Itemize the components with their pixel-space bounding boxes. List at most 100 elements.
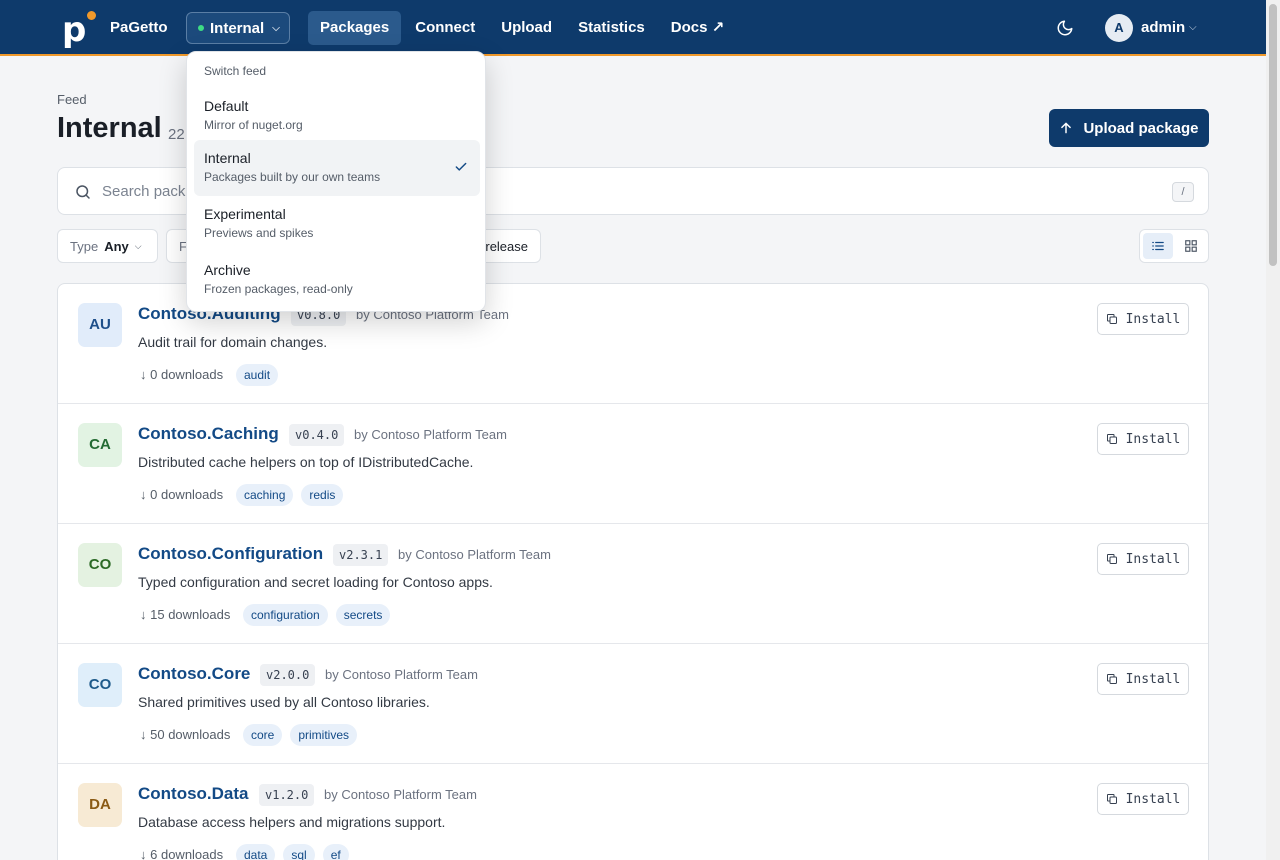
- nav-packages[interactable]: Packages: [308, 11, 402, 45]
- install-label: Install: [1125, 311, 1181, 327]
- nav-docs[interactable]: Docs ↗: [659, 11, 732, 45]
- user-name[interactable]: admin: [1141, 19, 1185, 36]
- list-view-button[interactable]: [1143, 233, 1173, 259]
- check-icon: [455, 162, 467, 171]
- main-nav: Packages Connect Upload Statistics Docs …: [308, 11, 734, 45]
- install-button[interactable]: Install: [1097, 783, 1189, 815]
- brand-name[interactable]: PaGetto: [110, 19, 168, 36]
- package-name-link[interactable]: Contoso.Caching: [138, 424, 279, 444]
- grid-view-button[interactable]: [1176, 233, 1206, 259]
- top-bar: p PaGetto Internal ⌵ Packages Connect Up…: [0, 0, 1266, 56]
- package-download-count: 15 downloads: [150, 607, 231, 622]
- install-label: Install: [1125, 791, 1181, 807]
- prerelease-filter-label: release: [485, 238, 528, 254]
- feed-option-desc: Previews and spikes: [204, 226, 314, 240]
- package-tag[interactable]: sql: [283, 844, 315, 860]
- logo-mark: p: [62, 10, 87, 50]
- package-downloads: ↓ 0 downloads: [140, 487, 223, 502]
- feed-selector-label: Internal: [210, 19, 265, 37]
- page-title: Internal: [57, 112, 162, 144]
- dropdown-heading: Switch feed: [204, 64, 267, 78]
- package-description: Distributed cache helpers on top of IDis…: [138, 454, 474, 470]
- package-tag[interactable]: primitives: [290, 724, 358, 746]
- download-arrow-icon: ↓: [140, 607, 147, 622]
- feed-selector-button[interactable]: Internal ⌵: [186, 12, 290, 44]
- feed-option-experimental[interactable]: Experimental Previews and spikes: [194, 196, 480, 252]
- package-version: v2.0.0: [260, 664, 316, 686]
- nav-upload[interactable]: Upload: [489, 11, 564, 45]
- feed-option-default[interactable]: Default Mirror of nuget.org: [194, 88, 480, 144]
- scrollbar-thumb[interactable]: [1269, 4, 1277, 266]
- feed-option-desc: Frozen packages, read-only: [204, 282, 353, 296]
- feed-option-name: Default: [204, 98, 249, 114]
- feed-option-name: Experimental: [204, 206, 286, 222]
- search-input[interactable]: Search pack: [102, 183, 185, 200]
- package-download-count: 6 downloads: [150, 847, 224, 860]
- avatar[interactable]: A: [1105, 14, 1133, 42]
- package-author: by Contoso Platform Team: [324, 787, 477, 802]
- package-version: v0.4.0: [289, 424, 345, 446]
- search-icon: [76, 185, 90, 199]
- package-name-link[interactable]: Contoso.Data: [138, 784, 249, 804]
- package-downloads: ↓ 15 downloads: [140, 607, 230, 622]
- package-version: v1.2.0: [259, 784, 315, 806]
- package-tag[interactable]: configuration: [243, 604, 328, 626]
- moon-icon[interactable]: [1056, 19, 1074, 37]
- package-downloads: ↓ 0 downloads: [140, 367, 223, 382]
- page-scrollbar[interactable]: [1266, 0, 1280, 860]
- package-name-link[interactable]: Contoso.Configuration: [138, 544, 323, 564]
- package-tag[interactable]: audit: [236, 364, 279, 386]
- package-tag[interactable]: secrets: [335, 604, 391, 626]
- package-initials-badge: CO: [78, 543, 122, 587]
- feed-option-name: Internal: [204, 150, 251, 166]
- download-arrow-icon: ↓: [140, 727, 147, 742]
- package-tags: caching redis: [236, 484, 351, 506]
- logo-dot: [87, 11, 96, 20]
- package-tag[interactable]: caching: [236, 484, 294, 506]
- nav-statistics[interactable]: Statistics: [566, 11, 657, 45]
- search-shortcut-hint: /: [1172, 182, 1194, 202]
- package-description: Typed configuration and secret loading f…: [138, 574, 493, 590]
- package-downloads: ↓ 50 downloads: [140, 727, 230, 742]
- install-button[interactable]: Install: [1097, 663, 1189, 695]
- nav-connect[interactable]: Connect: [403, 11, 487, 45]
- feed-option-archive[interactable]: Archive Frozen packages, read-only: [194, 252, 480, 308]
- arrow-up-icon: [1061, 122, 1072, 134]
- package-tag[interactable]: redis: [301, 484, 344, 506]
- chevron-down-icon[interactable]: ⌵: [1189, 22, 1197, 33]
- copy-icon: [1106, 314, 1117, 324]
- install-label: Install: [1125, 431, 1181, 447]
- feed-switch-dropdown: Switch feed Default Mirror of nuget.org …: [186, 51, 486, 312]
- package-author: by Contoso Platform Team: [398, 547, 551, 562]
- logo[interactable]: p: [62, 10, 96, 50]
- package-tag[interactable]: core: [243, 724, 283, 746]
- package-author: by Contoso Platform Team: [325, 667, 478, 682]
- package-tags: core primitives: [243, 724, 365, 746]
- install-button[interactable]: Install: [1097, 303, 1189, 335]
- package-download-count: 50 downloads: [150, 727, 231, 742]
- package-row: CO Contoso.Configuration v2.3.1 by Contoso …: [58, 524, 1208, 644]
- feed-option-internal[interactable]: Internal Packages built by our own teams: [194, 140, 480, 196]
- package-name-link[interactable]: Contoso.Core: [138, 664, 250, 684]
- package-count: 22: [168, 126, 185, 143]
- package-description: Audit trail for domain changes.: [138, 334, 328, 350]
- install-button[interactable]: Install: [1097, 423, 1189, 455]
- chevron-down-icon: ⌵: [272, 22, 280, 34]
- type-filter[interactable]: Type Any ⌵: [57, 229, 158, 263]
- package-download-count: 0 downloads: [150, 367, 224, 382]
- upload-package-button[interactable]: Upload package: [1049, 109, 1209, 147]
- grid-icon: [1185, 240, 1197, 252]
- copy-icon: [1106, 434, 1117, 444]
- upload-package-label: Upload package: [1083, 119, 1199, 137]
- feed-option-desc: Packages built by our own teams: [204, 170, 381, 184]
- download-arrow-icon: ↓: [140, 847, 147, 860]
- type-filter-value: Any: [104, 238, 129, 254]
- package-download-count: 0 downloads: [150, 487, 224, 502]
- package-initials-badge: CO: [78, 663, 122, 707]
- package-row: CO Contoso.Core v2.0.0 by Contoso Platform …: [58, 644, 1208, 764]
- package-tag[interactable]: ef: [322, 844, 349, 860]
- package-tag[interactable]: data: [236, 844, 276, 860]
- download-arrow-icon: ↓: [140, 487, 147, 502]
- install-button[interactable]: Install: [1097, 543, 1189, 575]
- copy-icon: [1106, 554, 1117, 564]
